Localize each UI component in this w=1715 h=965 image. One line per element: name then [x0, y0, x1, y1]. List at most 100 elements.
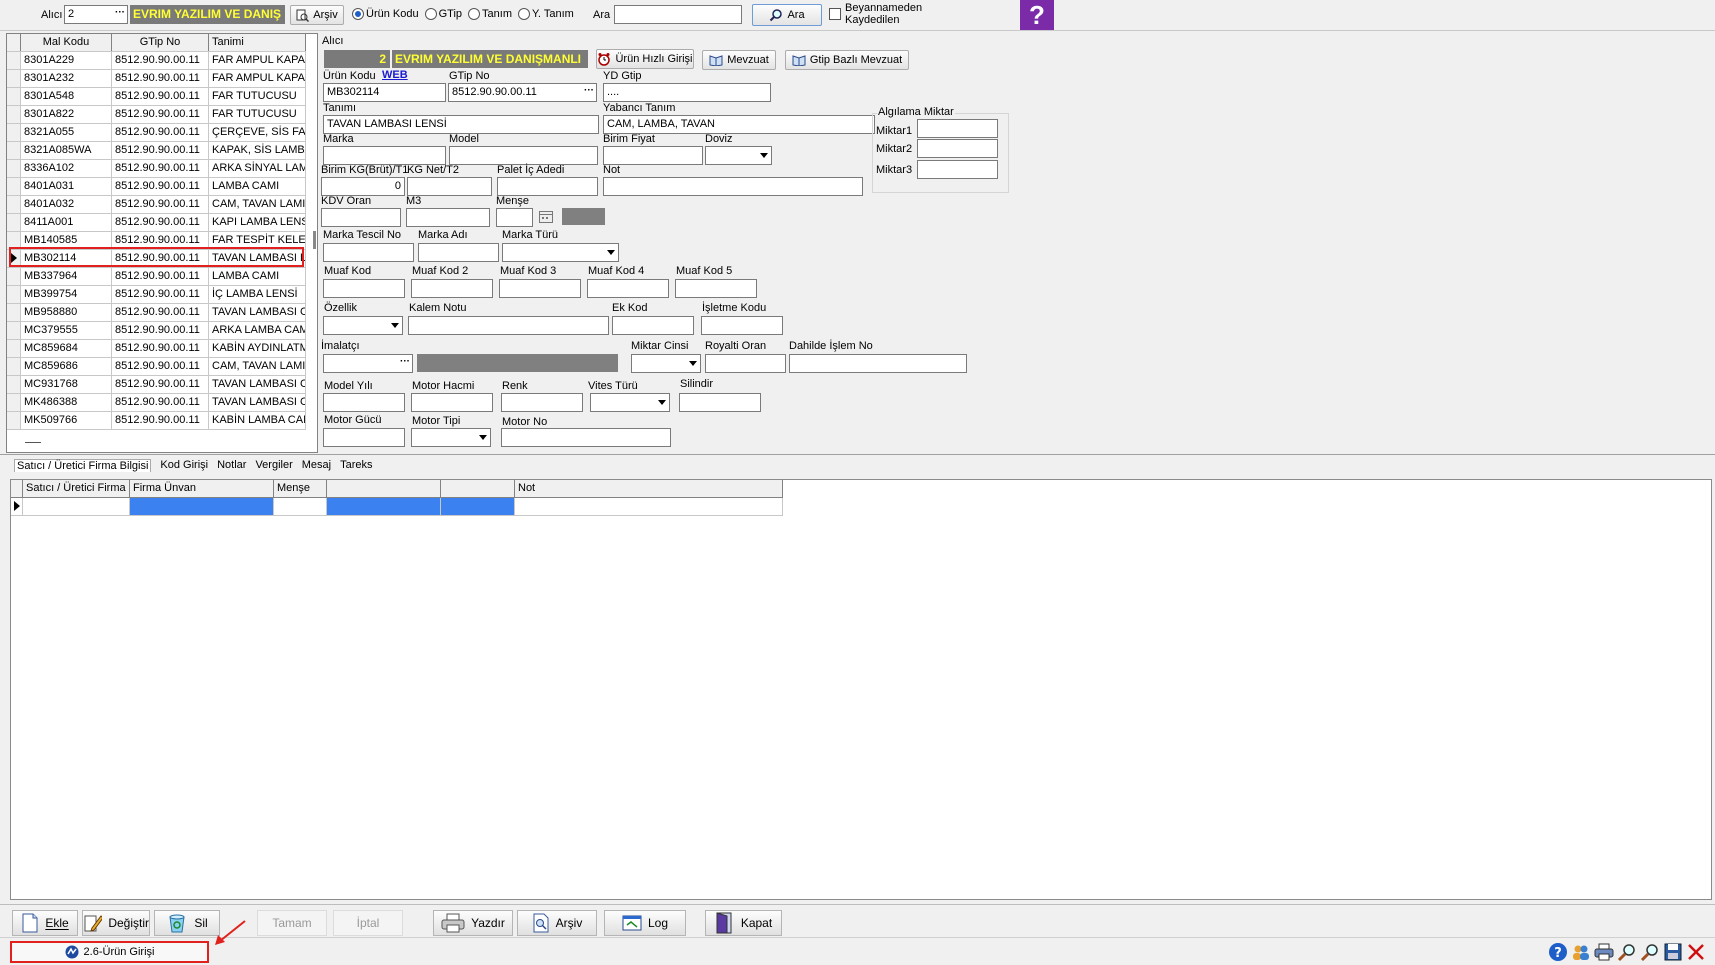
- cell-firma-unvan[interactable]: [130, 498, 274, 515]
- motor-no-input[interactable]: [501, 428, 671, 447]
- cell-tanimi[interactable]: TAVAN LAMBASI C: [209, 304, 306, 321]
- marka-adi-input[interactable]: [418, 243, 499, 262]
- table-row[interactable]: MC379555 8512.90.90.00.11 ARKA LAMBA CAM: [7, 322, 306, 340]
- search-input[interactable]: [614, 5, 742, 24]
- cell-tanimi[interactable]: FAR TESPİT KELE: [209, 232, 306, 249]
- cell-gtip-no[interactable]: 8512.90.90.00.11: [112, 88, 209, 105]
- royalti-input[interactable]: [705, 354, 786, 373]
- gtip-no-input[interactable]: 8512.90.90.00.11 ···: [448, 83, 597, 102]
- table-row[interactable]: MB399754 8512.90.90.00.11 İÇ LAMBA LENSİ: [7, 286, 306, 304]
- cell-gtip-no[interactable]: 8512.90.90.00.11: [112, 322, 209, 339]
- cell-tanimi[interactable]: İÇ LAMBA LENSİ: [209, 286, 306, 303]
- table-row[interactable]: MB302114 8512.90.90.00.11 TAVAN LAMBASI L: [7, 250, 306, 268]
- cell-tanimi[interactable]: LAMBA CAMI: [209, 268, 306, 285]
- tab-vergiler[interactable]: Vergiler: [255, 459, 292, 472]
- cell-tanimi[interactable]: KABİN LAMBA CAM: [209, 412, 306, 429]
- cell-blank-1[interactable]: [327, 498, 441, 515]
- cell-mal-kodu[interactable]: 8301A232: [21, 70, 112, 87]
- table-row[interactable]: 8301A548 8512.90.90.00.11 FAR TUTUCUSU: [7, 88, 306, 106]
- table-row[interactable]: 8321A055 8512.90.90.00.11 ÇERÇEVE, SİS FAF: [7, 124, 306, 142]
- search-button[interactable]: Ara: [752, 4, 822, 26]
- cell-mal-kodu[interactable]: MC859686: [21, 358, 112, 375]
- tab-mesaj[interactable]: Mesaj: [302, 459, 331, 472]
- ekle-button[interactable]: Ekle: [12, 910, 78, 936]
- radio-tanim[interactable]: Tanım: [468, 8, 512, 21]
- cell-tanimi[interactable]: FAR AMPUL KAPA: [209, 70, 306, 87]
- vites-select[interactable]: [590, 393, 670, 412]
- tab-tareks[interactable]: Tareks: [340, 459, 372, 472]
- search-zoom-icon[interactable]: [1640, 942, 1660, 962]
- cell-gtip-no[interactable]: 8512.90.90.00.11: [112, 376, 209, 393]
- imalatci-input[interactable]: ···: [323, 354, 413, 373]
- renk-input[interactable]: [501, 393, 583, 412]
- table-row[interactable]: MB337964 8512.90.90.00.11 LAMBA CAMI: [7, 268, 306, 286]
- cell-mal-kodu[interactable]: 8321A055: [21, 124, 112, 141]
- supplier-grid[interactable]: Satıcı / Üretici Firma Firma Ünvan Menşe…: [10, 479, 1712, 900]
- header-not[interactable]: Not: [515, 480, 783, 497]
- cell-satici-firma[interactable]: [23, 498, 130, 515]
- muaf-kod-4-input[interactable]: [587, 279, 669, 298]
- quick-entry-button[interactable]: Ürün Hızlı Girişi: [596, 49, 694, 69]
- yabanci-tanim-input[interactable]: CAM, LAMBA, TAVAN: [603, 115, 875, 134]
- miktar-cinsi-select[interactable]: [631, 354, 701, 373]
- motor-hacmi-input[interactable]: [411, 393, 493, 412]
- gtip-lookup-icon[interactable]: ···: [584, 85, 594, 96]
- alici-input[interactable]: 2 ···: [64, 5, 128, 24]
- cell-gtip-no[interactable]: 8512.90.90.00.11: [112, 178, 209, 195]
- cell-tanimi[interactable]: KAPI LAMBA LENS: [209, 214, 306, 231]
- form-alici-number[interactable]: 2: [324, 50, 390, 68]
- table-row[interactable]: MC859686 8512.90.90.00.11 CAM, TAVAN LAMI: [7, 358, 306, 376]
- silindir-input[interactable]: [679, 393, 761, 412]
- cell-gtip-no[interactable]: 8512.90.90.00.11: [112, 340, 209, 357]
- archive-button[interactable]: Arşiv: [290, 5, 344, 25]
- table-row[interactable]: 8321A085WA 8512.90.90.00.11 KAPAK, SİS LAM…: [7, 142, 306, 160]
- muaf-kod-1-input[interactable]: [323, 279, 405, 298]
- m3-input[interactable]: [406, 208, 490, 227]
- table-row[interactable]: 8301A232 8512.90.90.00.11 FAR AMPUL KAPA: [7, 70, 306, 88]
- not-input[interactable]: [603, 177, 863, 196]
- birim-fiyat-input[interactable]: [603, 146, 703, 165]
- table-row[interactable]: MK486388 8512.90.90.00.11 TAVAN LAMBASI C: [7, 394, 306, 412]
- cell-mal-kodu[interactable]: 8401A032: [21, 196, 112, 213]
- table-row[interactable]: 8336A102 8512.90.90.00.11 ARKA SİNYAL LAM: [7, 160, 306, 178]
- isletme-kodu-input[interactable]: [701, 316, 783, 335]
- cell-gtip-no[interactable]: 8512.90.90.00.11: [112, 196, 209, 213]
- cell-gtip-no[interactable]: 8512.90.90.00.11: [112, 412, 209, 429]
- calendar-icon[interactable]: [539, 211, 553, 223]
- cell-gtip-no[interactable]: 8512.90.90.00.11: [112, 160, 209, 177]
- grid-scrollbar-thumb[interactable]: [313, 231, 316, 249]
- cell-mal-kodu[interactable]: MC859684: [21, 340, 112, 357]
- cell-gtip-no[interactable]: 8512.90.90.00.11: [112, 52, 209, 69]
- cell-mal-kodu[interactable]: 8336A102: [21, 160, 112, 177]
- table-row[interactable]: MK509766 8512.90.90.00.11 KABİN LAMBA CAM: [7, 412, 306, 430]
- cell-mal-kodu[interactable]: 8301A548: [21, 88, 112, 105]
- search-zoom-icon[interactable]: [1617, 942, 1637, 962]
- panel-splitter[interactable]: [0, 454, 1715, 455]
- table-row[interactable]: MC859684 8512.90.90.00.11 KABİN AYDINLATM: [7, 340, 306, 358]
- product-grid[interactable]: Mal Kodu GTip No Tanimi 8301A229 8512.90.…: [6, 33, 318, 453]
- tamam-button[interactable]: Tamam: [257, 910, 327, 936]
- cell-mal-kodu[interactable]: MB399754: [21, 286, 112, 303]
- kalem-notu-input[interactable]: [408, 316, 609, 335]
- cell-not[interactable]: [515, 498, 783, 515]
- grid-splitter[interactable]: [25, 442, 41, 443]
- motor-gucu-input[interactable]: [323, 428, 405, 447]
- doviz-select[interactable]: [705, 146, 772, 165]
- iptal-button[interactable]: İptal: [333, 910, 403, 936]
- cell-tanimi[interactable]: ARKA LAMBA CAM: [209, 322, 306, 339]
- cell-tanimi[interactable]: TAVAN LAMBASI C: [209, 376, 306, 393]
- ek-kod-input[interactable]: [612, 316, 694, 335]
- cell-gtip-no[interactable]: 8512.90.90.00.11: [112, 394, 209, 411]
- cell-mal-kodu[interactable]: 8411A001: [21, 214, 112, 231]
- mevzuat-button[interactable]: Mevzuat: [702, 50, 776, 70]
- cell-tanimi[interactable]: TAVAN LAMBASI C: [209, 394, 306, 411]
- log-button[interactable]: Log: [604, 910, 686, 936]
- header-gtip-no[interactable]: GTip No: [112, 34, 209, 51]
- motor-tipi-select[interactable]: [411, 428, 491, 447]
- degistir-button[interactable]: Değiştir: [82, 910, 150, 936]
- tab-notlar[interactable]: Notlar: [217, 459, 246, 472]
- cell-mal-kodu[interactable]: MB302114: [21, 250, 112, 267]
- cell-gtip-no[interactable]: 8512.90.90.00.11: [112, 70, 209, 87]
- marka-turu-select[interactable]: [502, 243, 619, 262]
- muaf-kod-3-input[interactable]: [499, 279, 581, 298]
